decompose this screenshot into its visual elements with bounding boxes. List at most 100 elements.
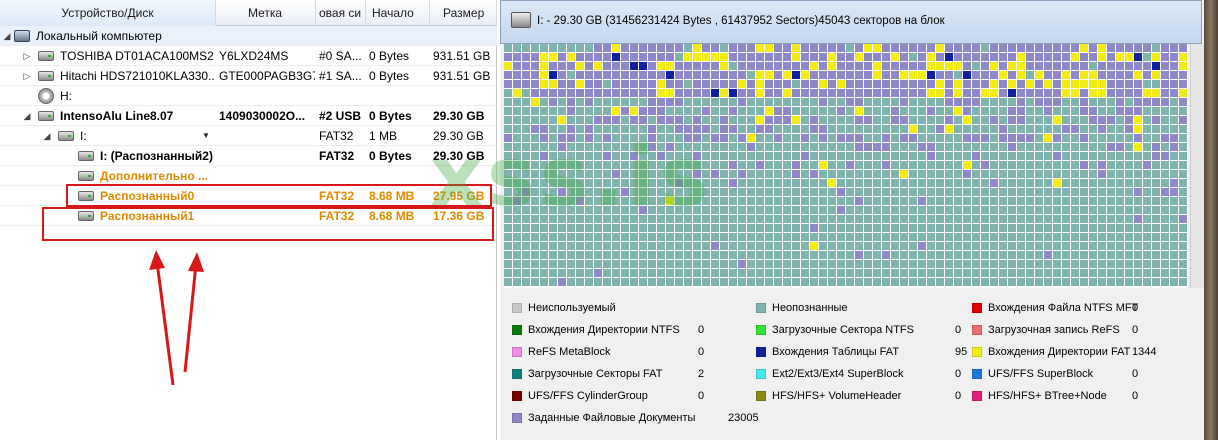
sector-block — [1035, 152, 1043, 160]
sector-block — [963, 62, 971, 70]
sector-block — [720, 224, 728, 232]
sector-block — [567, 242, 575, 250]
sector-block — [1026, 278, 1034, 286]
sector-block — [666, 278, 674, 286]
sector-block — [693, 161, 701, 169]
sector-block — [1071, 197, 1079, 205]
sector-block — [837, 197, 845, 205]
sector-block — [657, 161, 665, 169]
sector-block — [1152, 260, 1160, 268]
sector-block — [1071, 116, 1079, 124]
sector-map[interactable] — [504, 44, 1188, 288]
sector-block — [621, 224, 629, 232]
sector-block — [792, 188, 800, 196]
sector-block — [513, 179, 521, 187]
sector-block — [540, 251, 548, 259]
sector-block — [945, 152, 953, 160]
sector-block — [774, 80, 782, 88]
sector-block — [666, 71, 674, 79]
sector-block — [522, 143, 530, 151]
sector-block — [1035, 197, 1043, 205]
sector-block — [999, 80, 1007, 88]
sector-block — [963, 143, 971, 151]
sector-block — [729, 260, 737, 268]
sector-block — [1080, 98, 1088, 106]
sector-block — [639, 206, 647, 214]
sector-block — [1179, 215, 1187, 223]
sector-block — [1071, 206, 1079, 214]
sector-block — [612, 197, 620, 205]
sector-block — [1134, 143, 1142, 151]
sector-block — [810, 206, 818, 214]
sector-block — [1080, 89, 1088, 97]
sector-block — [675, 188, 683, 196]
sector-block — [1008, 188, 1016, 196]
sector-block — [666, 215, 674, 223]
sector-map-grid[interactable] — [504, 44, 1188, 288]
sector-block — [936, 143, 944, 151]
sector-block — [792, 143, 800, 151]
sector-block — [1080, 269, 1088, 277]
sector-block — [1125, 161, 1133, 169]
sector-block — [873, 98, 881, 106]
sector-block — [720, 44, 728, 52]
sector-block — [1170, 260, 1178, 268]
sector-block — [558, 278, 566, 286]
sector-block — [972, 71, 980, 79]
sector-block — [909, 125, 917, 133]
sector-block — [576, 269, 584, 277]
sector-block — [1170, 251, 1178, 259]
sector-block — [1044, 170, 1052, 178]
sector-block — [1080, 62, 1088, 70]
sector-block — [540, 44, 548, 52]
sector-block — [918, 125, 926, 133]
sector-block — [936, 134, 944, 142]
sector-block — [675, 62, 683, 70]
sector-block — [1017, 260, 1025, 268]
sector-block — [711, 71, 719, 79]
sector-block — [1026, 116, 1034, 124]
sector-block — [549, 53, 557, 61]
sector-block — [1161, 152, 1169, 160]
sector-block — [594, 188, 602, 196]
sector-block — [972, 161, 980, 169]
sector-block — [540, 260, 548, 268]
sector-block — [603, 224, 611, 232]
sector-block — [792, 269, 800, 277]
sector-block — [531, 206, 539, 214]
sector-block — [522, 134, 530, 142]
sector-block — [882, 98, 890, 106]
sector-block — [783, 53, 791, 61]
sector-block — [990, 152, 998, 160]
sector-block — [1152, 251, 1160, 259]
sector-block — [918, 224, 926, 232]
sector-block — [864, 44, 872, 52]
sector-block — [1107, 233, 1115, 241]
sector-block — [1053, 134, 1061, 142]
sector-block — [531, 269, 539, 277]
sector-block — [774, 62, 782, 70]
sector-block — [936, 116, 944, 124]
sector-block — [648, 107, 656, 115]
sector-block — [540, 161, 548, 169]
sector-block — [891, 170, 899, 178]
legend-count: 0 — [1132, 390, 1139, 402]
sector-block — [963, 125, 971, 133]
sector-block — [1125, 125, 1133, 133]
sector-block — [693, 179, 701, 187]
sector-block — [531, 53, 539, 61]
sector-block — [972, 125, 980, 133]
sector-block — [1089, 53, 1097, 61]
sector-block — [1170, 161, 1178, 169]
sector-block — [513, 251, 521, 259]
sector-block — [531, 179, 539, 187]
sector-block — [1134, 53, 1142, 61]
sector-block — [1152, 242, 1160, 250]
sector-block — [927, 224, 935, 232]
sector-block — [927, 143, 935, 151]
sector-block — [585, 224, 593, 232]
sector-block — [801, 89, 809, 97]
sector-map-scrollbar[interactable] — [1190, 44, 1204, 288]
sector-block — [720, 71, 728, 79]
legend-swatch-icon — [756, 303, 766, 313]
